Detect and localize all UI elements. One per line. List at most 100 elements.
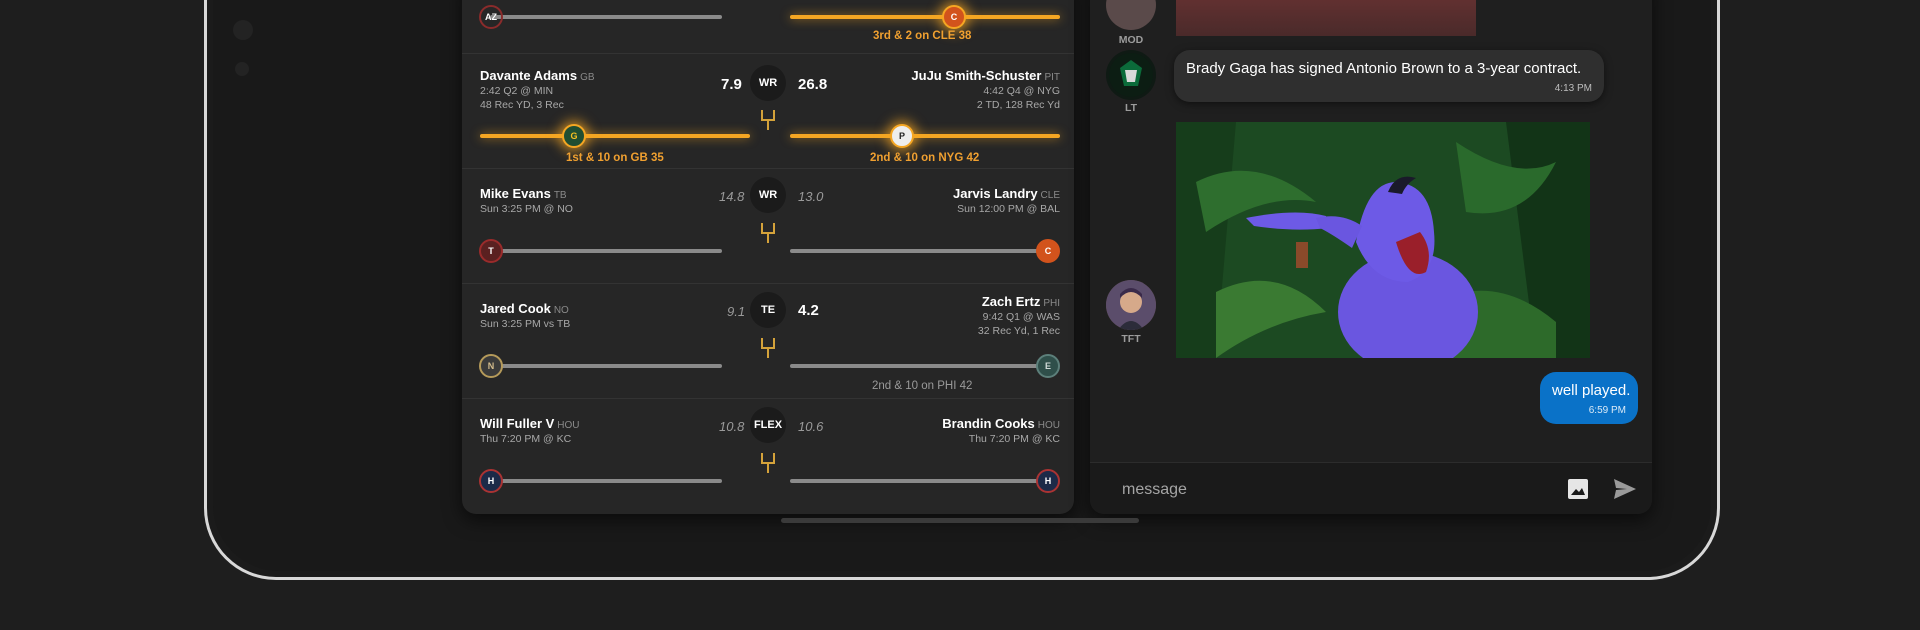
team-abbr: PIT bbox=[1044, 72, 1060, 83]
stat-line: 32 Rec Yd, 1 Rec bbox=[977, 325, 1060, 337]
left-player-meta: 2:42 Q2 @ MIN 48 Rec YD, 3 Rec bbox=[480, 84, 564, 112]
left-player-name[interactable]: Jared Cook NO bbox=[480, 301, 569, 316]
team-abbr: HOU bbox=[1037, 420, 1060, 431]
center-drive-status: 2nd & 10 on PHI 42 bbox=[872, 380, 973, 392]
message-text: well played. bbox=[1552, 382, 1631, 399]
progress-track-left bbox=[490, 364, 722, 368]
game-status: Thu 7:20 PM @ KC bbox=[968, 433, 1060, 445]
stat-line: 48 Rec YD, 3 Rec bbox=[480, 99, 564, 111]
goalpost-icon bbox=[761, 338, 775, 358]
message-text: Brady Gaga has signed Antonio Brown to a… bbox=[1186, 60, 1582, 77]
team-abbr: GB bbox=[580, 72, 595, 83]
stat-line: 2 TD, 128 Rec Yd bbox=[976, 99, 1060, 111]
left-player-name[interactable]: Will Fuller V HOU bbox=[480, 416, 580, 431]
player-name-text: Jared Cook bbox=[480, 301, 551, 316]
cardinals-helmet-icon: AZ bbox=[479, 5, 503, 29]
avatar[interactable] bbox=[1106, 280, 1156, 330]
right-player-name[interactable]: Brandin Cooks HOU bbox=[942, 416, 1060, 431]
buccaneers-helmet-icon: T bbox=[479, 239, 503, 263]
send-icon[interactable] bbox=[1613, 478, 1637, 500]
message-bubble[interactable]: Brady Gaga has signed Antonio Brown to a… bbox=[1174, 50, 1604, 102]
right-player-meta: 4:42 Q4 @ NYG 2 TD, 128 Rec Yd bbox=[977, 84, 1060, 112]
player-name-text: Davante Adams bbox=[480, 68, 578, 83]
game-status: 4:42 Q4 @ NYG bbox=[983, 85, 1060, 97]
left-points: 7.9 bbox=[721, 76, 742, 93]
progress-track-right bbox=[790, 364, 1050, 368]
team-abbr: HOU bbox=[557, 420, 580, 431]
eagles-helmet-icon: E bbox=[1036, 354, 1060, 378]
avatar[interactable] bbox=[1106, 0, 1156, 30]
goalpost-icon bbox=[761, 110, 775, 130]
avatar[interactable] bbox=[1106, 50, 1156, 100]
game-status: 2:42 Q2 @ MIN bbox=[480, 85, 554, 97]
right-projected-points: 10.6 bbox=[798, 419, 824, 434]
matchup-row[interactable]: Davante Adams GB 2:42 Q2 @ MIN 48 Rec YD,… bbox=[462, 53, 1074, 168]
browns-helmet-icon: C bbox=[942, 5, 966, 29]
left-player-meta: Sun 3:25 PM vs TB bbox=[480, 317, 570, 331]
matchup-row[interactable]: AZ C 3rd & 2 on CLE 38 bbox=[462, 0, 1074, 45]
message-time: 6:59 PM bbox=[1588, 405, 1626, 416]
message-input[interactable] bbox=[1120, 475, 1524, 505]
team-abbr: TB bbox=[553, 190, 567, 201]
right-player-meta: 9:42 Q1 @ WAS 32 Rec Yd, 1 Rec bbox=[978, 310, 1060, 338]
texans-helmet-icon: H bbox=[479, 469, 503, 493]
progress-track-right bbox=[790, 249, 1050, 253]
progress-track-left bbox=[480, 134, 750, 138]
matchup-row[interactable]: Mike Evans TB Sun 3:25 PM @ NO 14.8 WR 13… bbox=[462, 168, 1074, 283]
sidebar-dot bbox=[233, 20, 253, 40]
left-projected-points: 14.8 bbox=[719, 189, 745, 204]
game-status: Thu 7:20 PM @ KC bbox=[480, 433, 572, 445]
player-name-text: Brandin Cooks bbox=[942, 416, 1035, 431]
game-status: Sun 3:25 PM @ NO bbox=[480, 203, 573, 215]
genie-pointing-gif[interactable] bbox=[1176, 122, 1590, 358]
team-abbr: NO bbox=[553, 305, 569, 316]
texans-helmet-icon: H bbox=[1036, 469, 1060, 493]
matchup-row[interactable]: Will Fuller V HOU Thu 7:20 PM @ KC 10.8 F… bbox=[462, 398, 1074, 513]
team-logo-icon bbox=[1109, 53, 1153, 97]
player-name-text: Zach Ertz bbox=[981, 294, 1041, 309]
player-name-text: JuJu Smith-Schuster bbox=[911, 68, 1042, 83]
matchups-panel: AZ C 3rd & 2 on CLE 38 Davante Adams GB 2… bbox=[462, 0, 1074, 514]
message-bubble-outgoing[interactable]: well played. 6:59 PM bbox=[1540, 372, 1638, 424]
right-player-name[interactable]: JuJu Smith-Schuster PIT bbox=[911, 68, 1060, 83]
player-name-text: Will Fuller V bbox=[480, 416, 555, 431]
game-status: Sun 12:00 PM @ BAL bbox=[957, 203, 1060, 215]
right-player-name[interactable]: Jarvis Landry CLE bbox=[953, 186, 1060, 201]
right-player-meta: Thu 7:20 PM @ KC bbox=[969, 432, 1060, 446]
left-drive-status: 1st & 10 on GB 35 bbox=[566, 152, 664, 164]
message-image[interactable] bbox=[1176, 0, 1476, 36]
team-abbr: CLE bbox=[1040, 190, 1060, 201]
left-player-name[interactable]: Mike Evans TB bbox=[480, 186, 567, 201]
progress-track-left bbox=[490, 15, 722, 19]
steelers-helmet-icon: P bbox=[890, 124, 914, 148]
game-status: Sun 3:25 PM vs TB bbox=[480, 318, 571, 330]
matchup-row[interactable]: Jared Cook NO Sun 3:25 PM vs TB 9.1 TE 4.… bbox=[462, 283, 1074, 398]
progress-track-right bbox=[790, 15, 1060, 19]
message-time: 4:13 PM bbox=[1554, 83, 1592, 94]
right-player-name[interactable]: Zach Ertz PHI bbox=[982, 294, 1060, 309]
left-player-name[interactable]: Davante Adams GB bbox=[480, 68, 595, 83]
right-points: 26.8 bbox=[798, 76, 828, 93]
goalpost-icon bbox=[761, 453, 775, 473]
left-player-meta: Sun 3:25 PM @ NO bbox=[480, 202, 573, 216]
right-projected-points: 13.0 bbox=[798, 189, 824, 204]
position-badge: WR bbox=[750, 65, 786, 101]
team-abbr: PHI bbox=[1043, 298, 1060, 309]
sidebar-dot bbox=[235, 62, 249, 76]
saints-helmet-icon: N bbox=[479, 354, 503, 378]
browns-helmet-icon: C bbox=[1036, 239, 1060, 263]
progress-track-left bbox=[490, 479, 722, 483]
game-status: 9:42 Q1 @ WAS bbox=[982, 311, 1060, 323]
person-avatar-icon bbox=[1106, 280, 1156, 330]
packers-helmet-icon: G bbox=[562, 124, 586, 148]
goalpost-icon bbox=[761, 223, 775, 243]
author-label: TFT bbox=[1121, 333, 1141, 345]
author-label: LT bbox=[1124, 102, 1138, 114]
left-projected-points: 9.1 bbox=[727, 304, 746, 319]
right-player-meta: Sun 12:00 PM @ BAL bbox=[957, 202, 1060, 216]
image-icon[interactable] bbox=[1567, 478, 1589, 500]
progress-track-right bbox=[790, 479, 1050, 483]
position-badge: TE bbox=[750, 292, 786, 328]
home-indicator[interactable] bbox=[781, 518, 1139, 523]
progress-track-left bbox=[490, 249, 722, 253]
